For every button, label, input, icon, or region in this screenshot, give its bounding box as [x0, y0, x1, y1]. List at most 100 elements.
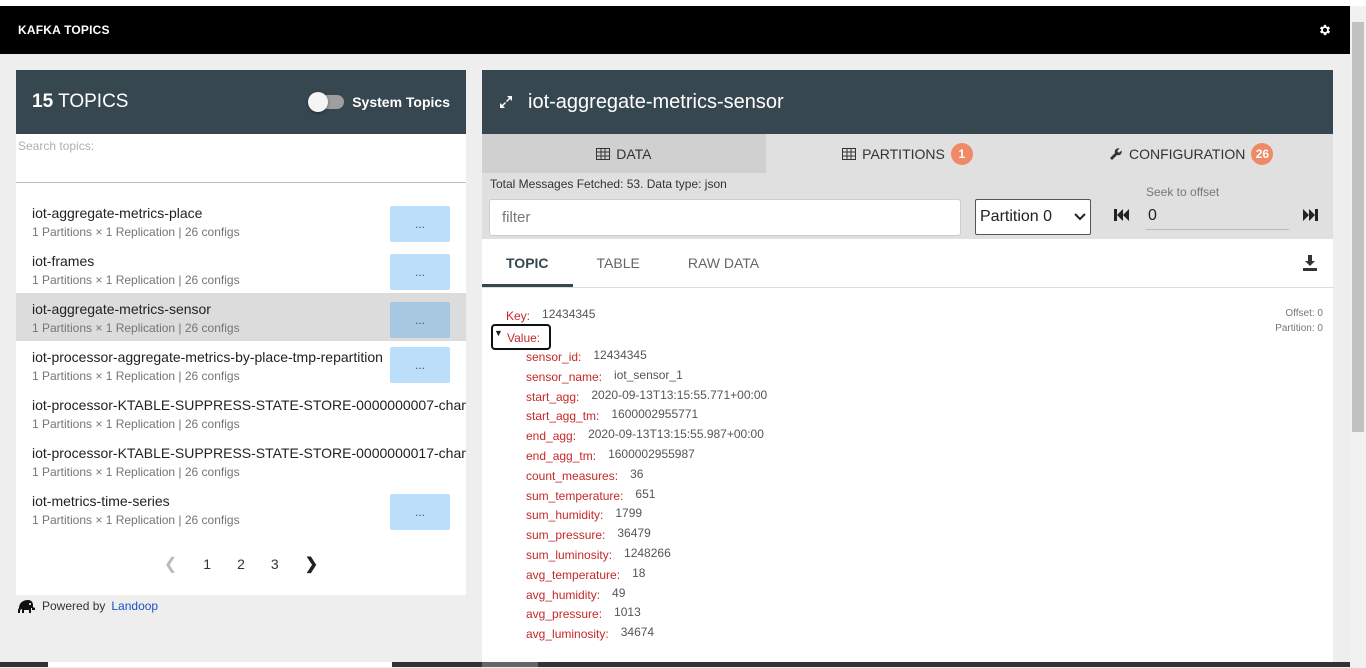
field-value: 1600002955987 — [608, 447, 695, 461]
tab-table-view[interactable]: TABLE — [573, 239, 664, 287]
caret-down-icon: ▼ — [494, 328, 503, 338]
field-value: 36479 — [617, 526, 651, 541]
value-field: avg_humidity: 49 — [526, 585, 626, 602]
field-value: iot_sensor_1 — [614, 367, 683, 382]
partitions-count-badge: 1 — [950, 142, 973, 165]
topic-name: iot-aggregate-metrics-place — [32, 205, 203, 221]
seek-offset-input[interactable] — [1146, 203, 1289, 230]
toggle-switch[interactable] — [308, 92, 345, 112]
powered-by-text: Powered by — [42, 599, 106, 613]
topic-detail-header: iot-aggregate-metrics-sensor — [482, 70, 1333, 134]
topic-row-selected[interactable]: iot-aggregate-metrics-sensor 1 Partition… — [16, 293, 466, 341]
tab-data[interactable]: DATA — [482, 134, 766, 173]
configuration-count-badge: 26 — [1251, 142, 1274, 165]
value-field: avg_luminosity: 34674 — [526, 625, 655, 642]
value-label: Value: — [507, 331, 541, 345]
topic-detail-panel: iot-aggregate-metrics-sensor DATA PARTIT… — [482, 70, 1333, 667]
value-toggle[interactable]: ▼ Value: — [491, 324, 551, 350]
value-field: sensor_name: iot_sensor_1 — [526, 367, 683, 384]
field-value: 1600002955771 — [611, 407, 699, 422]
topic-row[interactable]: iot-processor-KTABLE-SUPPRESS-STATE-STOR… — [16, 389, 466, 437]
topic-actions-button[interactable]: ... — [390, 206, 450, 242]
topic-row[interactable]: iot-aggregate-metrics-place 1 Partitions… — [16, 197, 466, 245]
value-field: end_agg: 2020-09-13T13:15:55.987+00:00 — [526, 427, 764, 443]
partition-select[interactable]: Partition 0 — [975, 199, 1091, 235]
topics-body: iot-aggregate-metrics-place 1 Partitions… — [16, 134, 466, 595]
topic-row[interactable]: iot-processor-KTABLE-SUPPRESS-STATE-STOR… — [16, 437, 466, 485]
topic-meta: 1 Partitions × 1 Replication | 26 config… — [32, 273, 240, 287]
field-value: 49 — [612, 585, 626, 600]
tab-partitions-label: PARTITIONS — [862, 145, 945, 162]
topic-meta: 1 Partitions × 1 Replication | 26 config… — [32, 513, 240, 527]
topic-title: iot-aggregate-metrics-sensor — [528, 90, 784, 113]
topics-count-number: 15 — [32, 91, 54, 112]
field-key: sensor_name: — [526, 369, 603, 384]
topic-row[interactable]: iot-processor-aggregate-metrics-by-place… — [16, 341, 466, 389]
topic-meta: 1 Partitions × 1 Replication | 26 config… — [32, 465, 240, 479]
skip-to-end-icon[interactable] — [1300, 207, 1320, 223]
topic-name: iot-metrics-time-series — [32, 493, 170, 509]
filter-input[interactable] — [489, 199, 961, 236]
page-link[interactable]: 1 — [203, 556, 211, 572]
topic-actions-button[interactable]: ... — [390, 302, 450, 338]
chevron-left-icon[interactable]: ❮ — [164, 554, 177, 574]
value-field: avg_temperature: 18 — [526, 565, 646, 582]
data-controls: Total Messages Fetched: 53. Data type: j… — [482, 173, 1333, 239]
topic-list: iot-aggregate-metrics-place 1 Partitions… — [16, 183, 466, 533]
partition-select-value: Partition 0 — [980, 208, 1053, 225]
field-key: avg_luminosity: — [526, 627, 609, 642]
scrollbar-thumb[interactable] — [1352, 22, 1364, 432]
topic-actions-button[interactable]: ... — [390, 494, 450, 530]
message-record: Offset: 0 Partition: 0 Key: 12434345 ▼ Va… — [482, 288, 1333, 668]
record-key: Key: 12434345 — [506, 307, 595, 323]
topic-actions-button[interactable]: ... — [390, 347, 450, 383]
powered-by: Powered by Landoop — [16, 596, 158, 616]
field-value: 18 — [632, 565, 646, 580]
download-icon[interactable] — [1303, 255, 1317, 271]
page-link[interactable]: 2 — [237, 556, 245, 572]
field-key: avg_temperature: — [526, 567, 621, 582]
value-field: count_measures: 36 — [526, 467, 643, 483]
field-value: 1248266 — [624, 546, 671, 560]
expand-icon[interactable] — [498, 94, 514, 110]
value-field: sum_humidity: 1799 — [526, 506, 642, 522]
topic-name: iot-processor-aggregate-metrics-by-place… — [32, 349, 383, 365]
search-box — [16, 134, 466, 183]
landoop-link[interactable]: Landoop — [111, 599, 158, 613]
record-position: Offset: 0 Partition: 0 — [1275, 306, 1323, 336]
tab-raw-data-view[interactable]: RAW DATA — [664, 239, 783, 287]
field-key: start_agg_tm: — [526, 409, 600, 424]
tab-configuration[interactable]: CONFIGURATION 26 — [1049, 134, 1333, 173]
value-field: sum_temperature: 651 — [526, 486, 656, 503]
topic-row[interactable]: iot-frames 1 Partitions × 1 Replication … — [16, 245, 466, 293]
fetched-status: Total Messages Fetched: 53. Data type: j… — [490, 177, 727, 191]
value-field: sensor_id: 12434345 — [526, 348, 647, 364]
field-key: end_agg_tm: — [526, 449, 597, 463]
system-topics-toggle[interactable]: System Topics — [308, 92, 450, 112]
topic-name: iot-processor-KTABLE-SUPPRESS-STATE-STOR… — [32, 445, 466, 461]
page-scrollbar[interactable] — [1350, 6, 1366, 667]
value-field: avg_pressure: 1013 — [526, 605, 641, 621]
topic-row[interactable]: iot-metrics-time-series 1 Partitions × 1… — [16, 485, 466, 533]
app-title: KAFKA TOPICS — [18, 23, 110, 37]
field-value: 12434345 — [593, 348, 647, 362]
field-value: 651 — [635, 486, 656, 501]
skip-to-start-icon[interactable] — [1112, 207, 1132, 223]
gear-icon[interactable] — [1318, 23, 1332, 37]
page-link[interactable]: 3 — [271, 556, 279, 572]
field-value: 34674 — [620, 625, 655, 640]
topic-name: iot-aggregate-metrics-sensor — [32, 301, 211, 317]
search-input[interactable] — [16, 134, 466, 180]
field-key: sum_temperature: — [526, 488, 624, 503]
toggle-knob — [308, 92, 329, 112]
value-field: sum_pressure: 36479 — [526, 526, 651, 542]
topic-meta: 1 Partitions × 1 Replication | 26 config… — [32, 417, 240, 431]
value-field: start_agg: 2020-09-13T13:15:55.771+00:00 — [526, 388, 767, 404]
field-key: count_measures: — [526, 468, 619, 483]
tab-partitions[interactable]: PARTITIONS 1 — [766, 134, 1050, 173]
topic-actions-button[interactable]: ... — [390, 254, 450, 290]
tab-topic-view[interactable]: TOPIC — [482, 239, 573, 287]
topic-meta: 1 Partitions × 1 Replication | 26 config… — [32, 321, 240, 335]
chevron-right-icon[interactable]: ❯ — [305, 554, 318, 574]
value-field: sum_luminosity: 1248266 — [526, 546, 671, 562]
